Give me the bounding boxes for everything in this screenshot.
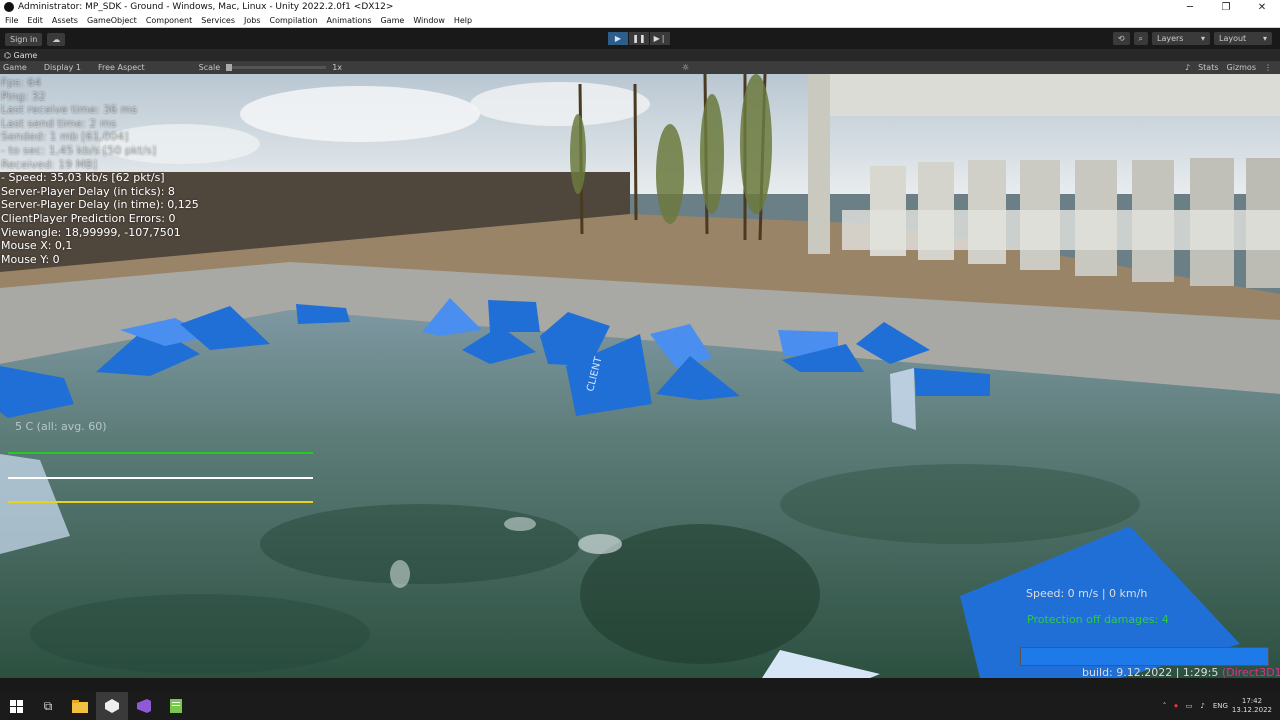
- windows-taskbar: ⧉ ˄ ⏺ ▭ ♪ ENG 17:42 13.12.2022: [0, 692, 1280, 720]
- scale-slider[interactable]: [226, 64, 327, 71]
- task-view-icon[interactable]: ⧉: [32, 692, 64, 720]
- hud-mouse-y: Mouse Y: 0: [1, 252, 60, 266]
- audio-icon[interactable]: ♪: [1185, 63, 1190, 72]
- hud-viewangle: Viewangle: 18,99999, -107,7501: [1, 225, 181, 239]
- hud-line: Last receive time: 36 ms: [1, 103, 138, 117]
- menu-edit[interactable]: Edit: [27, 16, 43, 25]
- clock-date: 13.12.2022: [1231, 706, 1272, 714]
- menu-gameobject[interactable]: GameObject: [87, 16, 137, 25]
- hud-prediction-errors: ClientPlayer Prediction Errors: 0: [1, 211, 176, 225]
- window-controls: ─ ❐ ✕: [1172, 0, 1280, 14]
- chevron-down-icon: ▾: [1262, 34, 1267, 43]
- protection-status: Protection off damages: 4: [1027, 613, 1169, 626]
- layers-dropdown[interactable]: Layers ▾: [1152, 32, 1210, 45]
- layout-dropdown[interactable]: Layout ▾: [1214, 32, 1272, 45]
- hud-received: Received: 19 MB]: [1, 157, 98, 171]
- maximize-button[interactable]: ❐: [1208, 0, 1244, 14]
- notepad-icon[interactable]: [160, 692, 192, 720]
- hud-line: Sended: 1 mb [61,004]: [1, 130, 129, 144]
- play-controls: ▶ ❚❚ ▶❘: [608, 32, 671, 45]
- menu-compilation[interactable]: Compilation: [270, 16, 318, 25]
- record-icon[interactable]: ⏺: [1174, 702, 1178, 711]
- clock-time: 17:42: [1241, 697, 1263, 705]
- menu-component[interactable]: Component: [146, 16, 192, 25]
- health-bar-fill: [1021, 648, 1268, 665]
- scale-slider-knob[interactable]: [226, 64, 233, 71]
- close-button[interactable]: ✕: [1244, 0, 1280, 14]
- toolbar-right: ⟲ ⌕ Layers ▾ Layout ▾: [1109, 32, 1272, 45]
- player-speed: Speed: 0 m/s | 0 km/h: [1026, 587, 1148, 600]
- window-titlebar: Administrator: MP_SDK - Ground - Windows…: [0, 0, 1280, 14]
- tray-chevron-icon[interactable]: ˄: [1163, 702, 1167, 710]
- minimize-button[interactable]: ─: [1172, 0, 1208, 14]
- game-tab-row: ⌬ Game: [0, 49, 1280, 61]
- windows-start-icon[interactable]: [0, 692, 32, 720]
- menu-assets[interactable]: Assets: [52, 16, 78, 25]
- debug-hud: Fps: 64 Ping: 32 Last receive time: 36 m…: [1, 76, 199, 266]
- chevron-down-icon: ▾: [1200, 34, 1205, 43]
- menu-game[interactable]: Game: [380, 16, 404, 25]
- volume-icon[interactable]: ♪: [1200, 702, 1204, 710]
- search-icon[interactable]: ⌕: [1133, 32, 1148, 45]
- unity-app-icon[interactable]: [96, 692, 128, 720]
- visual-studio-icon[interactable]: [128, 692, 160, 720]
- bug-icon[interactable]: ☼: [682, 63, 689, 72]
- tray-lang[interactable]: ENG: [1213, 702, 1228, 710]
- hud-delay-time: Server-Player Delay (in time): 0,125: [1, 198, 199, 212]
- game-view-icon: ⌬: [4, 50, 14, 60]
- hud-speed: - Speed: 35,03 kb/s [62 pkt/s]: [1, 171, 165, 185]
- hud-line: - to sec: 1,45 kb/s [50 pkt/s]: [1, 143, 157, 157]
- hud-mouse-x: Mouse X: 0,1: [1, 239, 73, 253]
- status-bar: [0, 678, 1280, 692]
- layout-label: Layout: [1219, 34, 1247, 43]
- system-tray: ˄ ⏺ ▭ ♪ ENG 17:42 13.12.2022: [1159, 692, 1280, 720]
- scale-label: Scale: [198, 63, 221, 72]
- window-title: Administrator: MP_SDK - Ground - Windows…: [18, 2, 394, 12]
- play-icon[interactable]: ▶: [608, 32, 628, 45]
- game-view-toolbar: Game Display 1 Free Aspect Scale 1x ☼ ♪ …: [0, 61, 1280, 74]
- display-dropdown[interactable]: Display 1: [44, 63, 81, 72]
- file-explorer-icon[interactable]: [64, 692, 96, 720]
- unity-icon: [4, 2, 14, 12]
- aspect-dropdown[interactable]: Free Aspect: [98, 63, 145, 72]
- step-icon[interactable]: ▶❘: [650, 32, 670, 45]
- sign-in-button[interactable]: Sign in: [5, 32, 43, 46]
- tab-game[interactable]: Game: [14, 51, 38, 60]
- menu-file[interactable]: File: [5, 16, 18, 25]
- menu-window[interactable]: Window: [413, 16, 445, 25]
- layers-label: Layers: [1157, 34, 1184, 43]
- menu-animations[interactable]: Animations: [327, 16, 372, 25]
- hud-delay-ticks: Server-Player Delay (in ticks): 8: [1, 184, 175, 198]
- hud-line: Ping: 32: [1, 89, 46, 103]
- gizmos-button[interactable]: Gizmos: [1227, 63, 1256, 72]
- menu-services[interactable]: Services: [201, 16, 235, 25]
- hud-line: Last send time: 2 ms: [1, 116, 117, 130]
- main-toolbar: Sign in ☁ ▶ ❚❚ ▶❘ ⟲ ⌕ Layers ▾ Layout ▾: [0, 29, 1280, 49]
- game-view-right-controls: ♪ Stats Gizmos ⋮: [1185, 63, 1280, 72]
- menu-jobs[interactable]: Jobs: [244, 16, 261, 25]
- health-bar: [1020, 647, 1269, 666]
- stats-button[interactable]: Stats: [1198, 63, 1218, 72]
- fps-graph-yellow-line: [8, 501, 313, 503]
- pause-icon[interactable]: ❚❚: [629, 32, 649, 45]
- menu-kebab-icon[interactable]: ⋮: [1264, 63, 1272, 72]
- game-mode-dropdown[interactable]: Game: [3, 63, 27, 72]
- network-icon[interactable]: ▭: [1186, 702, 1193, 710]
- fps-graph-label: 5 C (all: avg. 60): [15, 420, 107, 433]
- hud-line: Fps: 64: [1, 76, 42, 89]
- roof: [820, 74, 1280, 116]
- scale-value: 1x: [332, 63, 343, 72]
- menu-bar: File Edit Assets GameObject Component Se…: [0, 14, 1280, 28]
- history-icon[interactable]: ⟲: [1112, 32, 1130, 45]
- menu-help[interactable]: Help: [454, 16, 472, 25]
- taskbar-clock[interactable]: 17:42 13.12.2022: [1232, 697, 1272, 715]
- fps-graph-green-line: [8, 452, 313, 454]
- fps-graph-white-line: [8, 477, 313, 479]
- cloud-icon[interactable]: ☁: [47, 32, 66, 46]
